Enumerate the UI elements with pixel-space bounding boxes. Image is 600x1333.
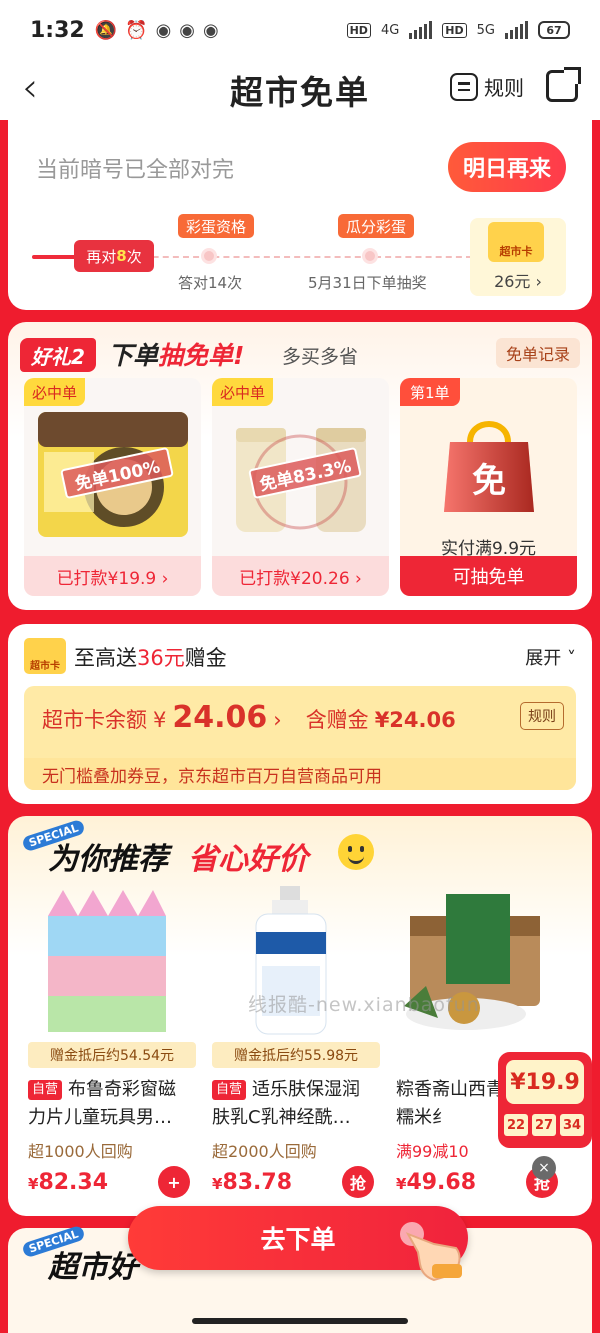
gift-value: ¥24.06 [374,708,456,732]
milestone-egg-sub: 答对14次 [178,274,243,292]
supermarket-card-icon: 超市卡 [488,222,544,262]
flash-deal-widget[interactable]: ¥19.9 22 27 34 [498,1052,592,1148]
gift2-subtitle: 多买多省 [282,346,359,368]
product-price: ¥49.68 [396,1170,477,1195]
draw-free-button[interactable]: 可抽免单 [400,556,577,596]
remaining-answers-badge: 再对 8 次 [74,240,154,272]
hd-icon: HD [346,22,371,38]
countdown-seconds: 34 [560,1114,584,1136]
free-product-card[interactable]: 必中单 免单83.3% 已打款¥20.26 › [212,378,389,596]
smile-icon [338,834,374,870]
hd-icon: HD [442,22,467,38]
gift-label: 含赠金 [305,708,369,732]
gift-price-tag: 赠金抵后约55.98元 [212,1042,380,1068]
product-name: 自营 适乐肤保湿润肤乳C乳神经酰… [212,1079,361,1128]
share-icon[interactable] [546,67,581,102]
alarm-icon: ⏰ [125,19,148,41]
countdown-hours: 22 [504,1114,528,1136]
watermark: 线报酷-new.xianbaofun [248,994,480,1016]
rules-button[interactable]: 规则 [450,72,524,101]
remaining-suffix: 次 [126,247,142,266]
repurchase-text: 超2000人回购 [212,1142,317,1161]
balance-label: 超市卡余额 [42,708,147,732]
product-price: ¥83.78 [212,1170,293,1195]
quiz-done-text: 当前暗号已全部对完 [36,158,235,183]
status-icons: 🔕 ⏰ ◉ ◉ ◉ [95,20,219,41]
signal-icon [409,21,433,39]
app-notification-icon: ◉ [203,19,219,41]
repurchase-text: 超1000人回购 [28,1142,133,1161]
balance-row[interactable]: 超市卡余额 ¥24.06 › 含赠金 ¥24.06 [42,700,456,735]
back-icon[interactable]: ‹ [22,68,38,108]
gift2-title: 下单抽免单! [108,341,245,370]
milestone-egg-qualification: 彩蛋资格 [178,214,255,238]
status-bar: 1:32 🔕 ⏰ ◉ ◉ ◉ HD 4G HD 5G 67 [0,0,600,60]
balance-box: 超市卡余额 ¥24.06 › 含赠金 ¥24.06 规则 无门槛叠加券豆，京东超… [24,686,576,790]
home-indicator [192,1318,408,1324]
pointing-hand-icon [400,1222,462,1282]
product-item[interactable]: 赠金抵后约55.98元 自营 适乐肤保湿润肤乳C乳神经酰… 超2000人回购 ¥8… [202,886,380,1206]
close-icon[interactable]: × [532,1156,556,1180]
remaining-count: 8 [116,247,127,265]
bonus-title: 至高送36元赠金 [74,646,227,670]
supermarket-card-reward[interactable]: 超市卡 26元 › [470,218,566,296]
recommend-title: 为你推荐 [48,842,168,877]
net-4g: 4G [380,22,400,38]
come-back-tomorrow-button[interactable]: 明日再来 [448,142,566,192]
supermarket-card-panel: 超市卡 至高送36元赠金 展开 ˅ 超市卡余额 ¥24.06 › 含赠金 ¥24… [8,624,592,804]
free-records-button[interactable]: 免单记录 [495,338,580,368]
expand-button[interactable]: 展开 ˅ [525,644,576,670]
milestone-node [362,248,378,264]
rules-label: 规则 [484,76,524,100]
countdown-minutes: 27 [532,1114,556,1136]
gift2-badge: 好礼2 [20,338,96,372]
mute-icon: 🔕 [94,19,118,41]
product-item[interactable]: 赠金抵后约54.54元 自营 布鲁奇彩窗磁力片儿童玩具男… 超1000人回购 ¥8… [18,886,196,1206]
balance-value: 24.06 [172,700,268,735]
top-bar: 1:32 🔕 ⏰ ◉ ◉ ◉ HD 4G HD 5G 67 ‹ 超市免单 规则 [0,0,600,120]
shopping-bag-icon: 免 [444,421,534,512]
card-usage-note: 无门槛叠加券豆，京东超市百万自营商品可用 [24,758,576,790]
battery-icon: 67 [538,21,570,39]
paid-amount-link[interactable]: 已打款¥20.26 › [212,556,389,596]
free-draw-card[interactable]: 第1单 免 实付满9.9元 可抽免单 [400,378,577,596]
grab-button[interactable]: 抢 [342,1166,374,1198]
guaranteed-tag: 必中单 [24,378,86,406]
paid-amount-link[interactable]: 已打款¥19.9 › [24,556,201,596]
product-name: 自营 布鲁奇彩窗磁力片儿童玩具男… [28,1079,177,1128]
guaranteed-tag: 必中单 [212,378,274,406]
magnetic-tiles-image [48,890,166,1032]
rules-icon [450,72,478,101]
nav-bar: ‹ 超市免单 规则 [0,60,600,120]
deal-amount: ¥19.9 [506,1060,584,1104]
promo-text: 满99减10 [396,1142,469,1161]
status-time: 1:32 [30,17,85,43]
quiz-card: 当前暗号已全部对完 明日再来 再对 8 次 彩蛋资格 答对14次 瓜分彩蛋 5月31… [8,110,592,310]
svg-text:免: 免 [472,461,506,501]
signal-icon [505,21,528,39]
gift-price-tag: 赠金抵后约54.54元 [28,1042,196,1068]
remaining-prefix: 再对 [86,247,117,266]
gift2-card: 好礼2 下单抽免单! 多买多省 免单记录 必中单 免单100% 已打款¥19.9… [8,322,592,610]
recommend-subtitle: 省心好价 [188,842,308,877]
chevron-right-icon: › [273,708,282,732]
card-rules-button[interactable]: 规则 [520,702,564,730]
supermarket-card-icon: 超市卡 [24,638,66,674]
first-order-tag: 第1单 [400,378,460,406]
reward-amount: 26元 › [494,272,542,291]
free-product-card[interactable]: 必中单 免单100% 已打款¥19.9 › [24,378,201,596]
product-price: ¥82.34 [28,1170,109,1195]
status-right: HD 4G HD 5G 67 [346,21,570,39]
countdown: 22 27 34 [504,1114,584,1136]
app-notification-icon: ◉ [155,19,172,41]
currency: ¥ [153,708,167,732]
milestone-share-egg: 瓜分彩蛋 [338,214,415,238]
net-5g: 5G [476,22,495,38]
milestone-share-sub: 5月31日下单抽奖 [308,274,427,292]
milestone-node [201,248,217,264]
add-to-cart-button[interactable]: + [158,1166,190,1198]
app-notification-icon: ◉ [179,19,196,41]
next-section-title: 超市好 [48,1250,138,1285]
